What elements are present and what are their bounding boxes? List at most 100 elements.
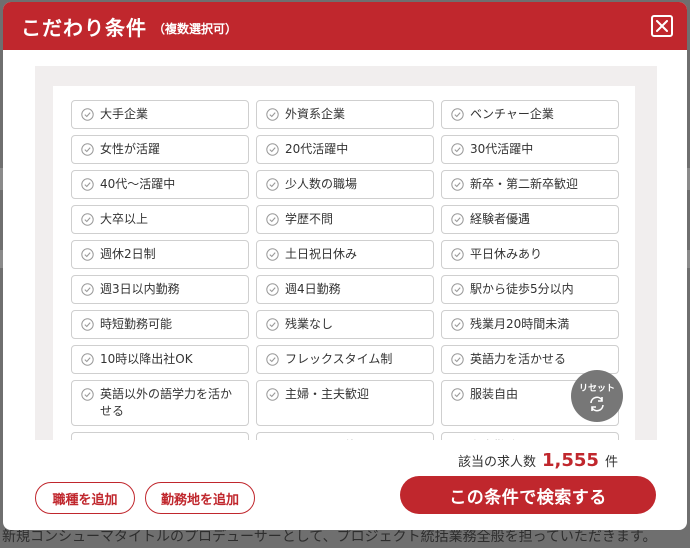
condition-label: 30代活躍中 (470, 142, 534, 156)
condition-label: 外資系企業 (285, 107, 346, 121)
condition-label: 20代活躍中 (285, 142, 349, 156)
add-job-type-button[interactable]: 職種を追加 (35, 482, 135, 514)
condition-chip[interactable]: 主婦・主夫歓迎 (256, 380, 434, 426)
search-button[interactable]: この条件で検索する (400, 476, 656, 514)
condition-label: ベンチャー企業 (470, 107, 554, 121)
conditions-grid: 大手企業 外資系企業 ベンチャー企業女性が活躍 20代活躍中 30代活躍中 40代〜活躍中… (71, 100, 619, 440)
condition-chip[interactable]: 残業なし (256, 310, 434, 339)
condition-chip[interactable]: 40代〜活躍中 (71, 170, 249, 199)
condition-chip[interactable]: 経験者優遇 (441, 205, 619, 234)
refresh-icon (590, 396, 604, 411)
condition-label: 時短勤務可能 (100, 317, 173, 331)
condition-label: 残業月20時間未満 (470, 317, 570, 331)
condition-chip[interactable]: 時短勤務可能 (71, 310, 249, 339)
condition-label: 少人数の職場 (285, 177, 358, 191)
conditions-modal: こだわり条件 （複数選択可） 大手企業 外資系企業 ベンチャー企業女性が活躍 20代活… (3, 2, 687, 530)
conditions-panel: 大手企業 外資系企業 ベンチャー企業女性が活躍 20代活躍中 30代活躍中 40代〜活躍中… (35, 66, 657, 440)
check-circle-icon (451, 143, 464, 156)
condition-chip[interactable]: 在宅勤務 (441, 432, 619, 440)
condition-chip[interactable]: 学歴不問 (256, 205, 434, 234)
check-circle-icon (81, 283, 94, 296)
condition-chip[interactable]: 残業月20時間未満 (441, 310, 619, 339)
condition-label: 週4日勤務 (285, 282, 341, 296)
condition-chip[interactable]: 10時以降出社OK (71, 345, 249, 374)
check-circle-icon (451, 353, 464, 366)
condition-label: 40代〜活躍中 (100, 177, 176, 191)
check-circle-icon (266, 108, 279, 121)
condition-chip[interactable]: 新卒・第二新卒歓迎 (441, 170, 619, 199)
close-button[interactable] (651, 15, 673, 37)
condition-chip[interactable]: 大卒以上 (71, 205, 249, 234)
condition-label: 週3日以内勤務 (100, 282, 180, 296)
condition-label: 新卒・第二新卒歓迎 (470, 177, 579, 191)
check-circle-icon (451, 283, 464, 296)
condition-label: 英語以外の語学力を活かせる (100, 387, 233, 418)
condition-chip[interactable]: 土日祝日休み (256, 240, 434, 269)
result-count: 該当の求人数 1,555 件 (458, 450, 618, 471)
check-circle-icon (266, 213, 279, 226)
check-circle-icon (451, 318, 464, 331)
check-circle-icon (266, 178, 279, 191)
check-circle-icon (451, 213, 464, 226)
modal-title: こだわり条件 (21, 15, 147, 40)
check-circle-icon (266, 248, 279, 261)
count-suffix: 件 (604, 455, 618, 470)
check-circle-icon (451, 388, 464, 401)
check-circle-icon (266, 283, 279, 296)
condition-label: 即日スタート (100, 439, 172, 440)
check-circle-icon (451, 108, 464, 121)
add-location-button[interactable]: 勤務地を追加 (145, 482, 255, 514)
condition-label: 女性が活躍 (100, 142, 161, 156)
check-circle-icon (81, 248, 94, 261)
check-circle-icon (451, 248, 464, 261)
condition-chip[interactable]: 週3日以内勤務 (71, 275, 249, 304)
condition-label: Wワーク可能 (285, 439, 357, 440)
condition-label: 経験者優遇 (470, 212, 531, 226)
reset-label: リセット (578, 383, 615, 394)
condition-chip[interactable]: ベンチャー企業 (441, 100, 619, 129)
check-circle-icon (81, 108, 94, 121)
check-circle-icon (81, 388, 94, 401)
condition-chip[interactable]: 少人数の職場 (256, 170, 434, 199)
condition-label: 服装自由 (470, 387, 519, 401)
condition-chip[interactable]: 週休2日制 (71, 240, 249, 269)
condition-label: 英語力を活かせる (470, 352, 567, 366)
check-circle-icon (81, 213, 94, 226)
check-circle-icon (81, 353, 94, 366)
condition-chip[interactable]: 英語以外の語学力を活かせる (71, 380, 249, 426)
condition-chip[interactable]: 20代活躍中 (256, 135, 434, 164)
condition-chip[interactable]: 30代活躍中 (441, 135, 619, 164)
condition-label: 在宅勤務 (470, 439, 518, 440)
condition-label: 平日休みあり (470, 247, 543, 261)
condition-chip[interactable]: 即日スタート (71, 432, 249, 440)
condition-label: フレックスタイム制 (285, 352, 393, 366)
condition-label: 大手企業 (100, 107, 149, 121)
condition-label: 週休2日制 (100, 247, 156, 261)
check-circle-icon (81, 143, 94, 156)
check-circle-icon (81, 178, 94, 191)
modal-header: こだわり条件 （複数選択可） (3, 2, 687, 50)
condition-chip[interactable]: 女性が活躍 (71, 135, 249, 164)
close-icon (656, 20, 668, 32)
condition-chip[interactable]: 駅から徒歩5分以内 (441, 275, 619, 304)
count-value: 1,555 (542, 450, 599, 471)
condition-label: 学歴不問 (285, 212, 334, 226)
condition-chip[interactable]: 外資系企業 (256, 100, 434, 129)
conditions-scroll-area[interactable]: 大手企業 外資系企業 ベンチャー企業女性が活躍 20代活躍中 30代活躍中 40代〜活躍中… (53, 86, 635, 440)
check-circle-icon (451, 178, 464, 191)
condition-chip[interactable]: Wワーク可能 (256, 432, 434, 440)
condition-label: 駅から徒歩5分以内 (470, 282, 574, 296)
condition-label: 10時以降出社OK (100, 352, 193, 366)
check-circle-icon (81, 318, 94, 331)
condition-chip[interactable]: フレックスタイム制 (256, 345, 434, 374)
condition-label: 土日祝日休み (285, 247, 358, 261)
condition-chip[interactable]: 大手企業 (71, 100, 249, 129)
modal-subtitle: （複数選択可） (153, 21, 238, 36)
condition-chip[interactable]: 平日休みあり (441, 240, 619, 269)
condition-label: 主婦・主夫歓迎 (285, 387, 370, 401)
reset-button[interactable]: リセット (571, 370, 623, 422)
count-prefix: 該当の求人数 (458, 455, 537, 470)
check-circle-icon (266, 143, 279, 156)
check-circle-icon (266, 353, 279, 366)
condition-chip[interactable]: 週4日勤務 (256, 275, 434, 304)
